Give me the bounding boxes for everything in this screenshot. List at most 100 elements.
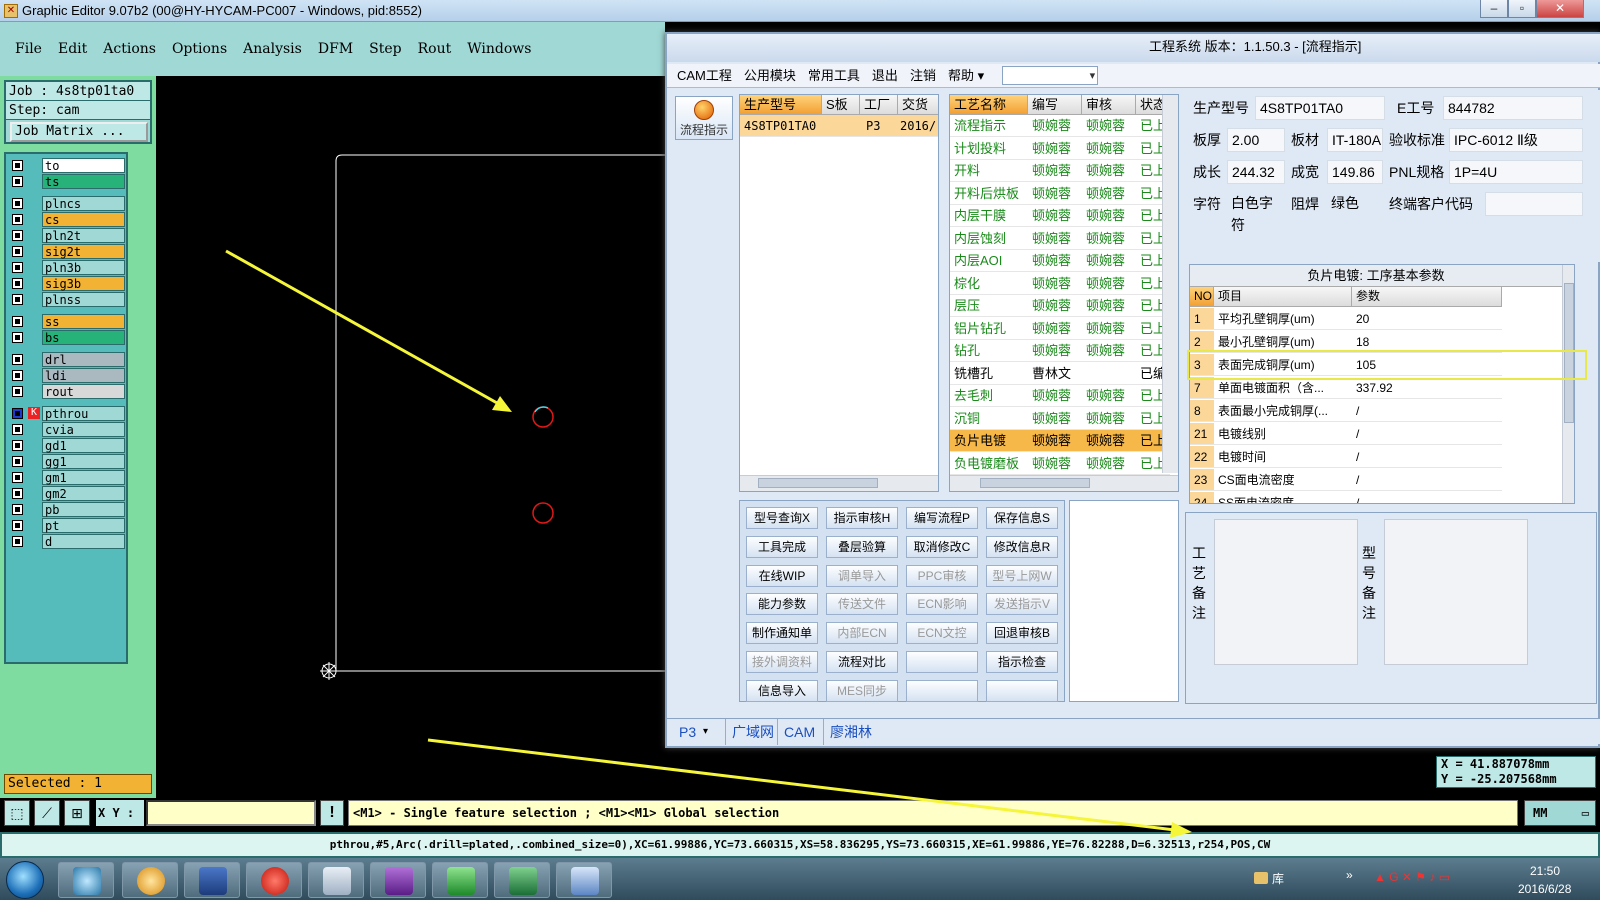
layer-checkbox[interactable] (12, 536, 23, 547)
menu-dfm[interactable]: DFM (318, 41, 353, 57)
process-grid-cell[interactable]: 顿婉蓉 (1028, 273, 1082, 295)
layer-checkbox[interactable] (12, 198, 23, 209)
cust-value[interactable] (1485, 192, 1583, 216)
layer-checkbox[interactable] (12, 408, 23, 419)
process-grid-cell[interactable]: 负片电镀 (950, 430, 1028, 452)
cam-menu-tools[interactable]: 常用工具 (808, 64, 860, 88)
menu-actions[interactable]: Actions (103, 41, 156, 57)
process-grid-cell[interactable]: 顿婉蓉 (1028, 408, 1082, 430)
layer-checkbox[interactable] (12, 246, 23, 257)
part-grid-row[interactable]: 4S8TP01TA0 P3 2016/ (740, 115, 938, 137)
layer-name[interactable]: rout (42, 384, 125, 399)
process-grid-cell[interactable]: 去毛刺 (950, 385, 1028, 407)
layer-name[interactable]: plnss (42, 292, 125, 307)
mat-value[interactable]: IT-180A (1327, 128, 1383, 152)
layer-checkbox[interactable] (12, 520, 23, 531)
measure-tool-icon[interactable]: ⟋ (34, 800, 60, 826)
process-grid-cell[interactable]: 顿婉蓉 (1028, 340, 1082, 362)
layer-name[interactable]: to (42, 158, 125, 173)
taskbar-app[interactable] (58, 862, 114, 898)
layer-checkbox[interactable] (12, 214, 23, 225)
select-tool-icon[interactable]: ⬚ (4, 800, 30, 826)
param-grid-cell[interactable]: CS面电流密度 (1214, 469, 1352, 491)
part-value[interactable]: 4S8TP01TA0 (1255, 96, 1385, 120)
layer-checkbox[interactable] (12, 456, 23, 467)
cam-combo-box[interactable] (1002, 66, 1099, 85)
layer-name[interactable]: sig3b (42, 276, 125, 291)
layer-row-sig3b[interactable]: sig3b (8, 276, 126, 291)
flow-indicator-button[interactable]: 流程指示 (675, 96, 733, 140)
process-grid-cell[interactable]: 顿婉蓉 (1082, 228, 1136, 250)
layer-name[interactable]: pln3b (42, 260, 125, 275)
close-button[interactable]: ✕ (1536, 0, 1584, 18)
param-grid-header[interactable]: NO (1190, 287, 1214, 307)
pnl-value[interactable]: 1P=4U (1449, 160, 1583, 184)
process-grid-cell[interactable]: 顿婉蓉 (1082, 273, 1136, 295)
layer-checkbox[interactable] (12, 504, 23, 515)
menu-analysis[interactable]: Analysis (243, 41, 302, 57)
action-button[interactable]: 内部ECN (826, 622, 898, 645)
process-grid-cell[interactable]: 顿婉蓉 (1028, 183, 1082, 205)
action-button[interactable]: 工具完成 (746, 535, 818, 558)
layer-checkbox[interactable] (12, 488, 23, 499)
layer-checkbox[interactable] (12, 440, 23, 451)
layer-name[interactable]: pb (42, 502, 125, 517)
taskbar-app[interactable] (184, 862, 240, 898)
process-grid-cell[interactable]: 顿婉蓉 (1082, 340, 1136, 362)
process-grid-header[interactable]: 工艺名称 (950, 95, 1028, 115)
process-grid-cell[interactable]: 钻孔 (950, 340, 1028, 362)
wid-value[interactable]: 149.86 (1327, 160, 1383, 184)
process-grid-cell[interactable]: 内层AOI (950, 250, 1028, 272)
action-button[interactable]: 信息导入 (746, 679, 818, 702)
process-grid-cell[interactable]: 沉铜 (950, 408, 1028, 430)
process-grid-cell[interactable]: 铝片钻孔 (950, 318, 1028, 340)
process-grid-cell[interactable]: 铣槽孔 (950, 363, 1028, 385)
library-label[interactable]: 库 (1272, 870, 1284, 887)
layer-row-sig2t[interactable]: sig2t (8, 244, 126, 259)
action-button[interactable] (906, 651, 978, 673)
process-grid-cell[interactable]: 曹林文 (1028, 363, 1082, 385)
taskbar-app[interactable] (556, 862, 612, 898)
type-note-textarea[interactable] (1384, 519, 1528, 665)
cam-menu-exit[interactable]: 退出 (872, 64, 898, 88)
action-button[interactable]: 发送指示V (986, 593, 1058, 616)
part-grid-hscroll[interactable] (740, 475, 938, 491)
layer-row-gd1[interactable]: gd1 (8, 438, 126, 453)
action-button[interactable]: PPC审核 (906, 564, 978, 587)
layer-row-plncs[interactable]: plncs (8, 196, 126, 211)
info-icon[interactable]: ! (320, 800, 344, 826)
process-grid-cell[interactable]: 顿婉蓉 (1028, 115, 1082, 137)
menu-file[interactable]: File (15, 41, 42, 57)
action-button[interactable] (986, 679, 1058, 702)
layer-name[interactable]: pln2t (42, 228, 125, 243)
layer-row-gm1[interactable]: gm1 (8, 470, 126, 485)
param-grid-cell[interactable]: / (1352, 492, 1502, 503)
process-grid-cell[interactable]: 顿婉蓉 (1082, 408, 1136, 430)
layer-checkbox[interactable] (12, 332, 23, 343)
xy-input[interactable] (146, 800, 316, 826)
part-grid-header[interactable]: 交货日 (898, 95, 938, 131)
param-grid-header[interactable]: 项目 (1214, 287, 1352, 307)
layer-row-cvia[interactable]: cvia (8, 422, 126, 437)
param-grid-cell[interactable]: 24 (1190, 492, 1214, 503)
process-grid-cell[interactable]: 顿婉蓉 (1082, 115, 1136, 137)
param-grid-cell[interactable]: 电镀时间 (1214, 446, 1352, 468)
action-button[interactable]: 型号查询X (746, 507, 818, 529)
process-grid-cell[interactable]: 顿婉蓉 (1028, 228, 1082, 250)
action-button[interactable]: 能力参数 (746, 593, 818, 616)
process-grid-cell[interactable]: 顿婉蓉 (1082, 160, 1136, 182)
param-grid-cell[interactable]: 20 (1352, 308, 1502, 330)
layer-name[interactable]: ts (42, 174, 125, 189)
layer-checkbox[interactable] (12, 370, 23, 381)
start-button-icon[interactable] (6, 861, 44, 899)
menu-step[interactable]: Step (369, 41, 401, 57)
layer-name[interactable]: gd1 (42, 438, 125, 453)
layer-name[interactable]: sig2t (42, 244, 125, 259)
maximize-button[interactable]: ▫ (1508, 0, 1536, 18)
action-button[interactable]: 指示审核H (826, 507, 898, 529)
taskbar-app[interactable] (122, 862, 178, 898)
layer-name[interactable]: bs (42, 330, 125, 345)
menu-windows[interactable]: Windows (467, 41, 531, 57)
layer-name[interactable]: ldi (42, 368, 125, 383)
layer-row-pt[interactable]: pt (8, 518, 126, 533)
